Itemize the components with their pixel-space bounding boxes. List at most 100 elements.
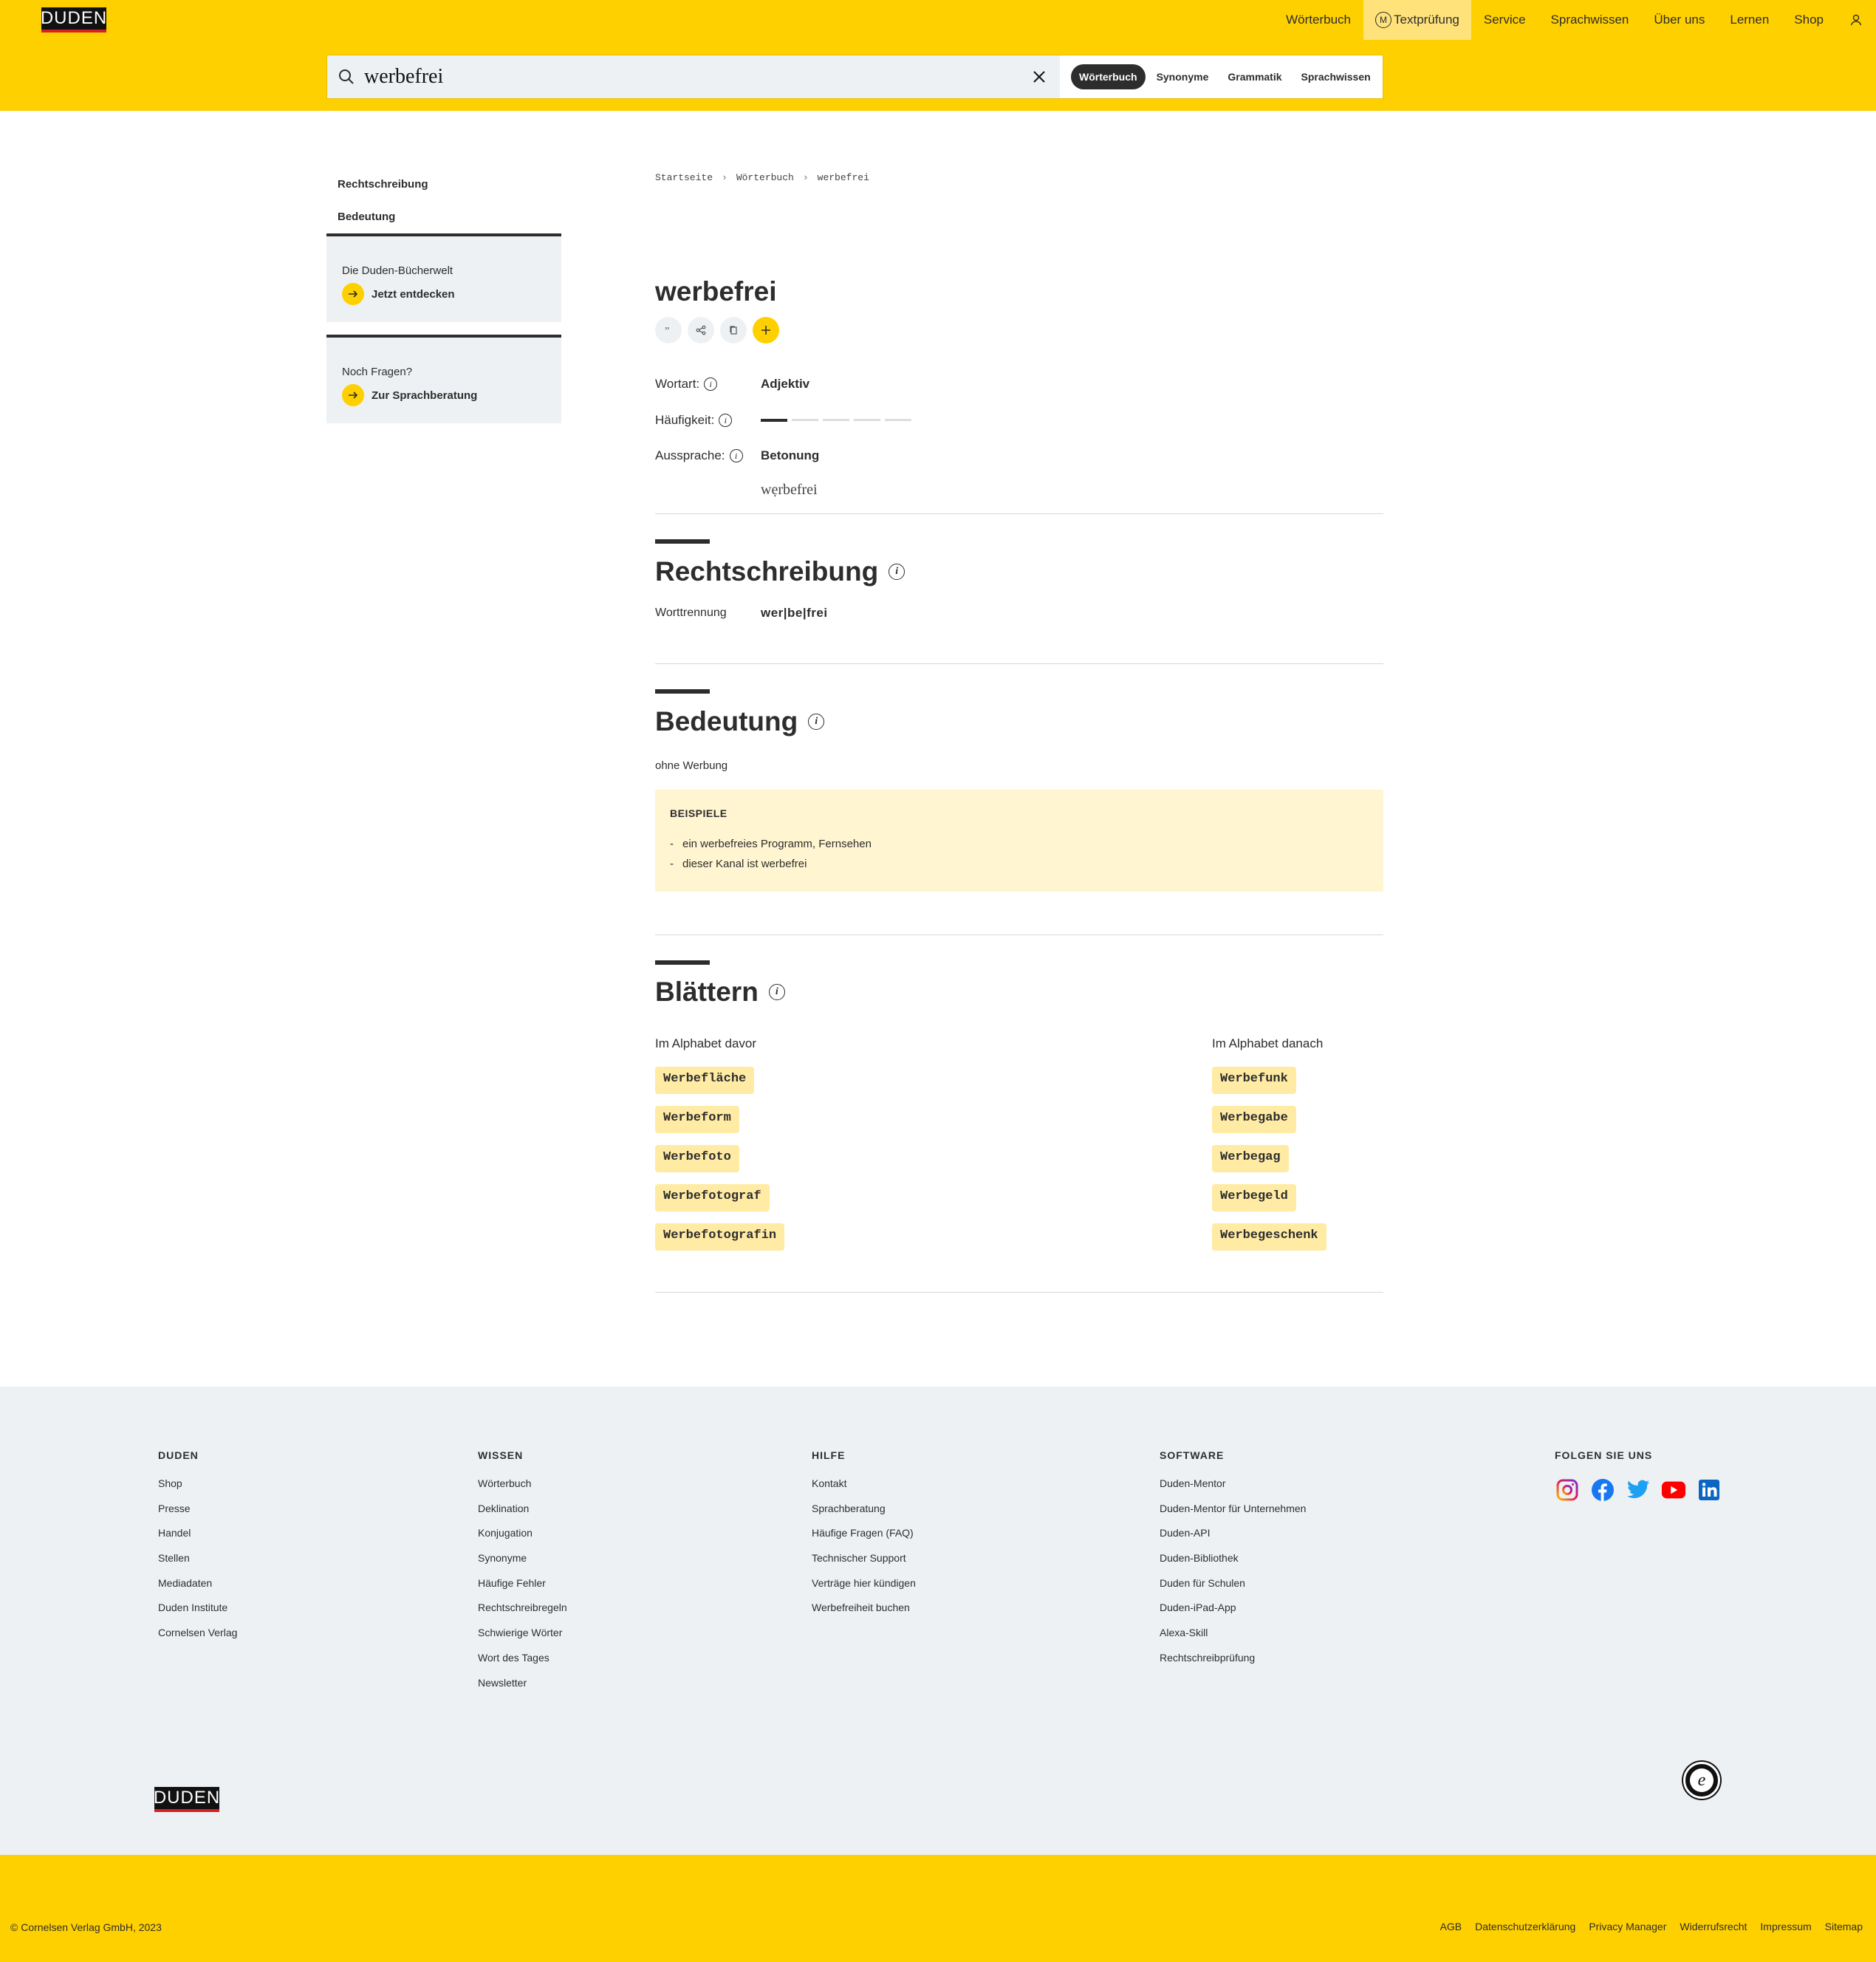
user-icon[interactable]	[1836, 0, 1876, 40]
legal-link-impressum[interactable]: Impressum	[1760, 1921, 1811, 1932]
plus-icon[interactable]	[753, 317, 779, 343]
footer-link[interactable]: Presse	[158, 1503, 237, 1528]
info-icon[interactable]: i	[889, 564, 906, 580]
section-title-label: Blättern	[655, 977, 759, 1007]
youtube-icon[interactable]	[1661, 1477, 1686, 1503]
browse-chip-after[interactable]: Werbegeld	[1212, 1184, 1296, 1211]
footer-link[interactable]: Häufige Fehler	[478, 1577, 567, 1602]
footer-link[interactable]: Cornelsen Verlag	[158, 1627, 237, 1652]
nav-service[interactable]: Service	[1471, 0, 1538, 40]
footer-link[interactable]: Rechtschreibregeln	[478, 1602, 567, 1627]
instagram-icon[interactable]	[1555, 1477, 1580, 1503]
search-icon[interactable]	[338, 68, 355, 89]
legal-link-widerrufsrecht[interactable]: Widerrufsrecht	[1680, 1921, 1747, 1932]
breadcrumb-woerterbuch[interactable]: Wörterbuch	[736, 172, 794, 183]
footer-link[interactable]: Alexa-Skill	[1160, 1627, 1306, 1652]
footer-link[interactable]: Duden-Mentor für Unternehmen	[1160, 1503, 1306, 1528]
footer-link[interactable]: Handel	[158, 1527, 237, 1552]
legal-link-datenschutz[interactable]: Datenschutzerklärung	[1475, 1921, 1575, 1932]
copy-icon[interactable]	[720, 317, 747, 343]
footer-link[interactable]: Häufige Fragen (FAQ)	[812, 1527, 916, 1552]
browse-chip-after[interactable]: Werbefunk	[1212, 1067, 1296, 1094]
browse-chip-after[interactable]: Werbegeschenk	[1212, 1223, 1326, 1251]
footer-col-title: FOLGEN SIE UNS	[1555, 1449, 1653, 1461]
pill-sprachwissen[interactable]: Sprachwissen	[1293, 64, 1379, 89]
footer-link[interactable]: Duden-Bibliothek	[1160, 1552, 1306, 1577]
footer: DUDEN Shop Presse Handel Stellen Mediada…	[0, 1387, 1876, 1855]
footer-link[interactable]: Rechtschreibprüfung	[1160, 1652, 1306, 1677]
footer-col-hilfe: HILFE Kontakt Sprachberatung Häufige Fra…	[812, 1449, 916, 1627]
pill-synonyme[interactable]: Synonyme	[1148, 64, 1217, 89]
example-text: ein werbefreies Programm, Fernsehen	[682, 838, 872, 850]
footer-link[interactable]: Newsletter	[478, 1677, 567, 1702]
section-marker	[655, 539, 710, 544]
footer-link[interactable]: Werbefreiheit buchen	[812, 1602, 916, 1627]
info-icon[interactable]: i	[704, 377, 718, 391]
nav-shop[interactable]: Shop	[1781, 0, 1836, 40]
footer-duden-logo[interactable]: DUDEN	[154, 1787, 219, 1812]
info-icon[interactable]: i	[729, 449, 743, 462]
section-title-label: Rechtschreibung	[655, 556, 879, 587]
search-input[interactable]	[364, 63, 999, 91]
search-field-wrapper	[327, 55, 1060, 98]
browse-chip-after[interactable]: Werbegabe	[1212, 1106, 1296, 1133]
footer-link[interactable]: Sprachberatung	[812, 1503, 916, 1528]
nav-woerterbuch[interactable]: Wörterbuch	[1273, 0, 1363, 40]
divider	[655, 934, 1383, 935]
nav-lernen[interactable]: Lernen	[1717, 0, 1781, 40]
quote-icon[interactable]: ”	[655, 317, 682, 343]
legal-link-privacy-manager[interactable]: Privacy Manager	[1589, 1921, 1666, 1932]
info-icon[interactable]: i	[768, 984, 785, 1000]
sidebar-link-bedeutung[interactable]: Bedeutung	[326, 201, 561, 233]
promo-cta-jetzt-entdecken[interactable]: Jetzt entdecken	[342, 283, 547, 305]
footer-link[interactable]: Wörterbuch	[478, 1477, 567, 1503]
footer-link[interactable]: Kontakt	[812, 1477, 916, 1503]
frequency-segment	[792, 419, 818, 421]
sidebar-link-rechtschreibung[interactable]: Rechtschreibung	[326, 168, 561, 201]
promo-cta-sprachberatung[interactable]: Zur Sprachberatung	[342, 384, 547, 406]
facebook-icon[interactable]	[1590, 1477, 1615, 1503]
breadcrumb-startseite[interactable]: Startseite	[655, 172, 713, 183]
browse-chip-before[interactable]: Werbefotografin	[655, 1223, 785, 1251]
info-icon[interactable]: i	[719, 414, 733, 427]
browse-chip-after[interactable]: Werbegag	[1212, 1145, 1289, 1172]
nav-ueber-uns[interactable]: Über uns	[1641, 0, 1717, 40]
footer-link[interactable]: Synonyme	[478, 1552, 567, 1577]
browse-chip-before[interactable]: Werbefoto	[655, 1145, 739, 1172]
linkedin-icon[interactable]	[1697, 1477, 1722, 1503]
browse-chip-before[interactable]: Werbeform	[655, 1106, 739, 1133]
footer-link[interactable]: Duden-Mentor	[1160, 1477, 1306, 1503]
close-icon[interactable]	[1030, 68, 1048, 89]
footer-link[interactable]: Technischer Support	[812, 1552, 916, 1577]
footer-link[interactable]: Stellen	[158, 1552, 237, 1577]
footer-link[interactable]: Duden für Schulen	[1160, 1577, 1306, 1602]
footer-link[interactable]: Schwierige Wörter	[478, 1627, 567, 1652]
pill-woerterbuch[interactable]: Wörterbuch	[1071, 64, 1146, 89]
footer-link[interactable]: Verträge hier kündigen	[812, 1577, 916, 1602]
info-icon[interactable]: i	[808, 714, 825, 730]
footer-link[interactable]: Duden-iPad-App	[1160, 1602, 1306, 1627]
examples-heading: BEISPIELE	[670, 807, 728, 819]
footer-link[interactable]: Duden Institute	[158, 1602, 237, 1627]
promo-question: Noch Fragen?	[342, 366, 413, 378]
pill-grammatik[interactable]: Grammatik	[1219, 64, 1290, 89]
legal-link-sitemap[interactable]: Sitemap	[1825, 1921, 1863, 1932]
nav-textpruefung[interactable]: M Textprüfung	[1363, 0, 1471, 40]
social-links	[1555, 1477, 1722, 1503]
share-icon[interactable]	[688, 317, 714, 343]
worttrennung-label: Worttrennung	[655, 606, 727, 619]
footer-link[interactable]: Wort des Tages	[478, 1652, 567, 1677]
browse-chip-before[interactable]: Werbefotograf	[655, 1184, 770, 1211]
footer-link[interactable]: Duden-API	[1160, 1527, 1306, 1552]
duden-logo[interactable]: DUDEN	[41, 7, 106, 33]
nav-sprachwissen[interactable]: Sprachwissen	[1538, 0, 1642, 40]
trusted-shops-seal-icon[interactable]: e	[1683, 1762, 1720, 1799]
twitter-icon[interactable]	[1626, 1477, 1651, 1503]
meaning-text: ohne Werbung	[655, 759, 728, 772]
legal-link-agb[interactable]: AGB	[1440, 1921, 1462, 1932]
footer-link[interactable]: Mediadaten	[158, 1577, 237, 1602]
browse-chip-before[interactable]: Werbefläche	[655, 1067, 755, 1094]
footer-link[interactable]: Konjugation	[478, 1527, 567, 1552]
footer-link[interactable]: Shop	[158, 1477, 237, 1503]
footer-link[interactable]: Deklination	[478, 1503, 567, 1528]
